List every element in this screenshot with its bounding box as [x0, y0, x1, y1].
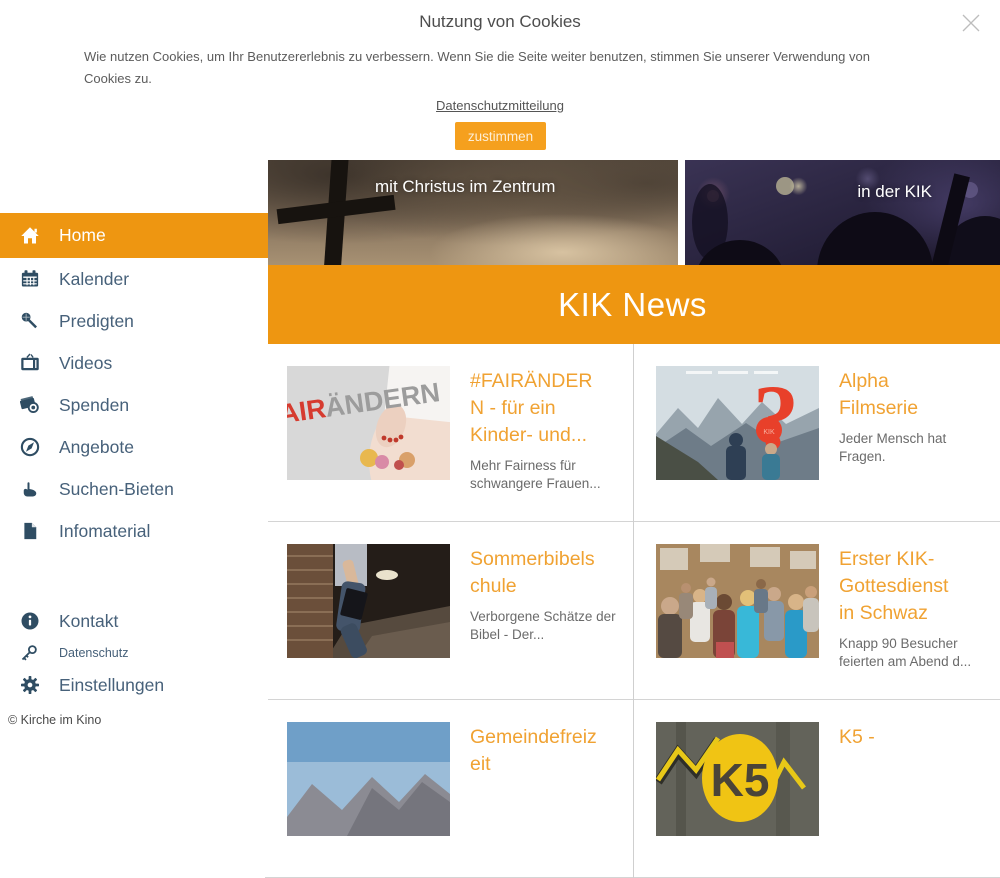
sidebar-item-label: Home [59, 225, 106, 246]
sidebar-item-einstellungen[interactable]: Einstellungen [0, 664, 268, 706]
accept-cookies-button[interactable]: zustimmen [455, 122, 546, 150]
svg-text:K5: K5 [711, 754, 770, 806]
sidebar-item-label: Videos [59, 353, 112, 374]
microphone-icon [20, 311, 42, 331]
news-banner: KIK News [265, 265, 1000, 344]
sidebar: Home Kalender Predigten Videos [0, 160, 268, 750]
hero-caption: mit Christus im Zentrum [375, 177, 555, 197]
hero-slide-kik[interactable]: in der KIK [685, 160, 1000, 265]
gear-icon [20, 675, 42, 695]
news-card-subtitle: Jeder Mensch hat Fragen. [839, 430, 985, 466]
news-card-gottesdienst[interactable]: Erster KIK-Gottesdienst in Schwaz Knapp … [634, 522, 1000, 700]
cookie-banner: Nutzung von Cookies Wie nutzen Cookies, … [0, 0, 1000, 160]
news-card-title[interactable]: Alpha Filmserie [839, 368, 969, 422]
cookie-message: Wie nutzen Cookies, um Ihr Benutzererleb… [84, 46, 896, 90]
sidebar-item-spenden[interactable]: Spenden [0, 384, 268, 426]
news-card-subtitle: Knapp 90 Besucher feierten am Abend d... [839, 635, 985, 671]
sidebar-item-datenschutz[interactable]: Datenschutz [0, 642, 268, 664]
sidebar-item-suchen-bieten[interactable]: Suchen-Bieten [0, 468, 268, 510]
news-card-image: AIR ÄNDERN [287, 366, 450, 480]
sidebar-item-label: Predigten [59, 311, 134, 332]
key-icon [20, 645, 42, 661]
sidebar-item-label: Kontakt [59, 611, 118, 632]
sidebar-item-home[interactable]: Home [0, 213, 268, 258]
calendar-icon [20, 269, 42, 289]
cross-silhouette [265, 160, 678, 265]
cookie-title: Nutzung von Cookies [0, 12, 1000, 32]
document-icon [20, 521, 42, 541]
svg-text:?: ? [753, 366, 799, 468]
news-column-right: ? KIK Alpha Filmserie Jeder Mensch hat F… [634, 344, 1000, 878]
main-content: mit Christus im Zentrum in der KIK KIK N… [265, 160, 1000, 750]
news-card-gemeindefreizeit[interactable]: Gemeindefreizeit [265, 700, 633, 878]
news-card-k5[interactable]: K5 K5 - [634, 700, 1000, 878]
news-card-title[interactable]: Gemeindefreizeit [470, 724, 600, 778]
copyright: © Kirche im Kino [8, 713, 101, 727]
news-card-fairaendern[interactable]: AIR ÄNDERN #FAIRÄNDERN - für ein Kinder-… [265, 344, 633, 522]
news-banner-title: KIK News [558, 286, 707, 324]
close-icon[interactable] [960, 12, 984, 36]
sidebar-item-kontakt[interactable]: Kontakt [0, 600, 268, 642]
sidebar-item-kalender[interactable]: Kalender [0, 258, 268, 300]
sidebar-item-videos[interactable]: Videos [0, 342, 268, 384]
page: mit Christus im Zentrum in der KIK KIK N… [0, 0, 1000, 750]
sidebar-item-label: Spenden [59, 395, 129, 416]
tv-icon [20, 353, 42, 373]
news-column-left: AIR ÄNDERN #FAIRÄNDERN - für ein Kinder-… [265, 344, 634, 878]
news-card-title[interactable]: Erster KIK-Gottesdienst in Schwaz [839, 546, 969, 627]
concert-silhouette [685, 160, 1000, 265]
news-card-subtitle: Mehr Fairness für schwangere Frauen... [470, 457, 616, 493]
compass-icon [20, 437, 42, 457]
sidebar-item-label: Kalender [59, 269, 129, 290]
home-icon [20, 226, 42, 246]
news-card-alpha-filmserie[interactable]: ? KIK Alpha Filmserie Jeder Mensch hat F… [634, 344, 1000, 522]
info-icon [20, 611, 42, 631]
money-icon [20, 395, 42, 415]
news-card-title[interactable]: #FAIRÄNDERN - für ein Kinder- und... [470, 368, 600, 449]
sidebar-item-label: Datenschutz [59, 646, 128, 660]
sidebar-item-label: Angebote [59, 437, 134, 458]
news-card-image [656, 544, 819, 658]
sidebar-item-label: Suchen-Bieten [59, 479, 174, 500]
news-card-subtitle: Verborgene Schätze der Bibel - Der... [470, 608, 616, 644]
sidebar-item-label: Infomaterial [59, 521, 150, 542]
news-card-sommerbibelschule[interactable]: Sommerbibelschule Verborgene Schätze der… [265, 522, 633, 700]
news-card-image [287, 544, 450, 658]
privacy-notice-link[interactable]: Datenschutzmitteilung [0, 98, 1000, 113]
sidebar-item-angebote[interactable]: Angebote [0, 426, 268, 468]
hero-caption: in der KIK [857, 182, 932, 202]
news-card-title[interactable]: K5 - [839, 724, 969, 751]
hero-slide-christus[interactable]: mit Christus im Zentrum [265, 160, 678, 265]
sidebar-item-infomaterial[interactable]: Infomaterial [0, 510, 268, 552]
news-card-image: ? KIK [656, 366, 819, 480]
news-card-image: K5 [656, 722, 819, 836]
svg-text:KIK: KIK [763, 429, 775, 436]
news-card-title[interactable]: Sommerbibelschule [470, 546, 600, 600]
pointing-hand-icon [20, 479, 42, 499]
news-card-image [287, 722, 450, 836]
sidebar-item-label: Einstellungen [59, 675, 164, 696]
sidebar-item-predigten[interactable]: Predigten [0, 300, 268, 342]
